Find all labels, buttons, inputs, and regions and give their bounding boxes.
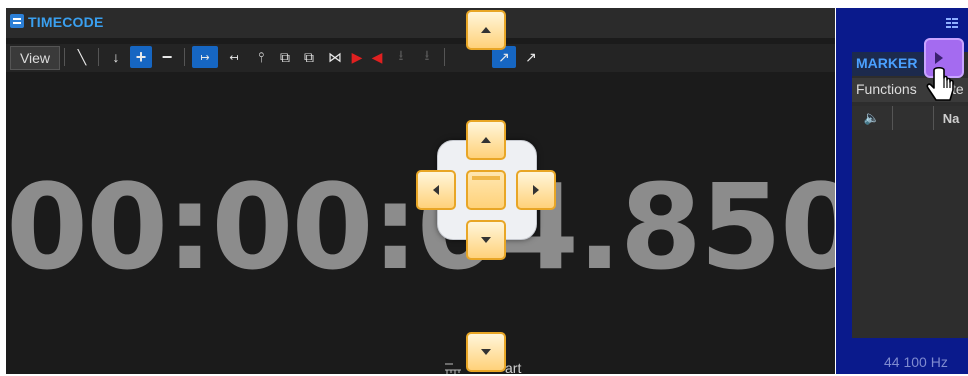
ruler-start-icon[interactable]: ↦ (192, 46, 218, 68)
dock-bottom-button[interactable] (466, 220, 506, 260)
minus-icon[interactable]: − (156, 46, 178, 68)
dock-right-button[interactable] (516, 170, 556, 210)
ruler-end-icon[interactable]: ↤ (222, 46, 246, 68)
timecode-panel-icon (10, 14, 24, 28)
dock-top-button[interactable] (466, 120, 506, 160)
timecode-toolbar: View ╲ ↓ + − ↦ ↤ ⫯ ⧉ ⧉ ⋈ ▶ ◀ ⭳ ⭳ ↗ ↗ (6, 44, 835, 72)
arrow-down-icon (481, 237, 491, 243)
hand-cursor-icon (926, 66, 954, 101)
column-header-empty[interactable] (893, 106, 934, 130)
dock-top-edge-button[interactable] (466, 10, 506, 50)
column-header-name[interactable]: Na (934, 106, 968, 130)
arrow-left-icon (433, 185, 439, 195)
export-icon: ⭳ (398, 47, 404, 63)
marker-tool2-icon[interactable]: ↗ (520, 46, 542, 68)
panel-title-bold: TIME (28, 14, 63, 30)
red-back-icon[interactable]: ◀ (368, 46, 386, 68)
panel-title-rest: CODE (62, 14, 104, 30)
marker-column-header: 🔈 Na (852, 106, 968, 130)
toolbar-separator (98, 48, 99, 66)
dock-left-button[interactable] (416, 170, 456, 210)
arrow-down-icon (481, 349, 491, 355)
arrow-right-icon (533, 185, 539, 195)
marker-tab[interactable]: MARKER (852, 52, 932, 76)
toolbar-separator (444, 48, 445, 66)
split-icon[interactable]: ⫯ (250, 46, 272, 68)
red-play-icon[interactable]: ▶ (348, 46, 366, 68)
import-icon: ⭳ (424, 47, 430, 63)
functions-label: Functions (856, 81, 917, 97)
bottom-status-label: art (505, 360, 522, 374)
arrow-up-icon (481, 27, 491, 33)
ruler-icon (445, 363, 461, 374)
move-right-icon[interactable]: ⧉ (298, 46, 320, 68)
panel-menu-icon[interactable] (946, 18, 958, 28)
bowtie-icon[interactable]: ⋈ (324, 46, 346, 68)
dock-bottom-edge-button[interactable] (466, 332, 506, 372)
view-menu[interactable]: View (10, 46, 60, 70)
panel-title: TIMECODE (28, 14, 104, 30)
toolbar-separator (64, 48, 65, 66)
arrow-up-icon (481, 137, 491, 143)
plus-icon[interactable]: + (130, 46, 152, 68)
move-left-icon[interactable]: ⧉ (274, 46, 296, 68)
toolbar-separator (184, 48, 185, 66)
sample-rate-label: 44 100 Hz (884, 354, 948, 370)
speaker-icon[interactable]: 🔈 (852, 106, 893, 130)
pencil-icon[interactable]: ╲ (70, 46, 94, 68)
arrow-down-icon[interactable]: ↓ (106, 46, 126, 68)
timecode-header: TIMECODE (6, 8, 835, 38)
dock-center-button[interactable] (466, 170, 506, 210)
